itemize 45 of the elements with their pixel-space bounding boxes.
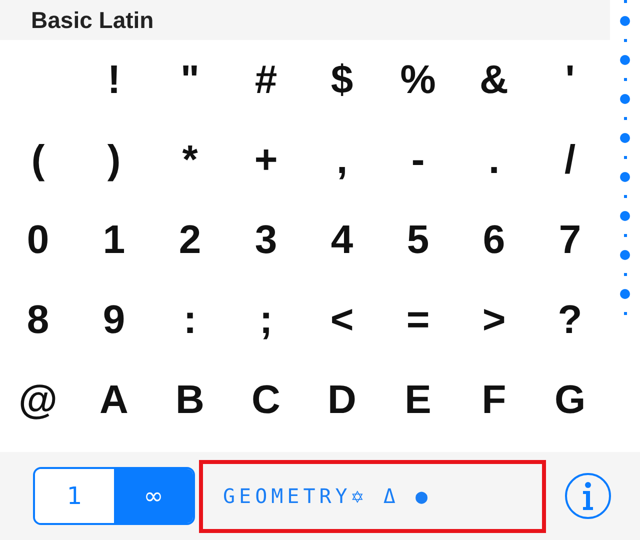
character[interactable]: 0 [26, 220, 50, 260]
character[interactable]: : [183, 300, 197, 340]
character[interactable]: 5 [406, 220, 430, 260]
character[interactable]: 3 [254, 220, 278, 260]
character[interactable]: G [554, 380, 586, 420]
character[interactable]: > [482, 300, 506, 340]
character[interactable]: B [176, 380, 204, 420]
character[interactable]: 6 [482, 220, 506, 260]
segment-button[interactable]: ∞ [114, 469, 193, 523]
character[interactable]: ' [565, 60, 575, 100]
character[interactable]: * [182, 140, 198, 180]
character[interactable]: - [411, 140, 425, 180]
character[interactable]: 2 [178, 220, 202, 260]
font-name-field[interactable]: GEOMETRY✡ Δ ● [199, 460, 546, 532]
section-header: Basic Latin [0, 0, 610, 40]
character[interactable]: D [328, 380, 356, 420]
info-icon[interactable] [564, 472, 612, 520]
character[interactable]: $ [330, 60, 354, 100]
character[interactable]: ( [31, 140, 45, 180]
character[interactable]: 9 [102, 300, 126, 340]
character[interactable]: ! [107, 60, 121, 100]
character[interactable]: / [564, 140, 576, 180]
character[interactable]: # [254, 60, 278, 100]
character[interactable]: @ [18, 380, 58, 420]
character[interactable]: , [336, 140, 348, 180]
character[interactable]: 7 [558, 220, 582, 260]
character[interactable]: " [180, 60, 200, 100]
character[interactable]: . [488, 140, 500, 180]
character[interactable]: % [400, 60, 436, 100]
character[interactable]: & [480, 60, 508, 100]
character[interactable]: = [406, 300, 430, 340]
character[interactable]: E [404, 380, 432, 420]
character[interactable]: < [330, 300, 354, 340]
character[interactable]: C [252, 380, 280, 420]
section-index[interactable] [620, 0, 630, 318]
character[interactable]: ; [259, 300, 273, 340]
character[interactable]: ) [107, 140, 121, 180]
character[interactable]: A [100, 380, 128, 420]
character[interactable]: ? [558, 300, 582, 340]
character[interactable]: F [482, 380, 506, 420]
character[interactable]: 4 [330, 220, 354, 260]
character[interactable]: + [254, 140, 278, 180]
character[interactable]: 8 [26, 300, 50, 340]
segment-button[interactable]: 1 [35, 469, 114, 523]
character[interactable]: 1 [102, 220, 126, 260]
